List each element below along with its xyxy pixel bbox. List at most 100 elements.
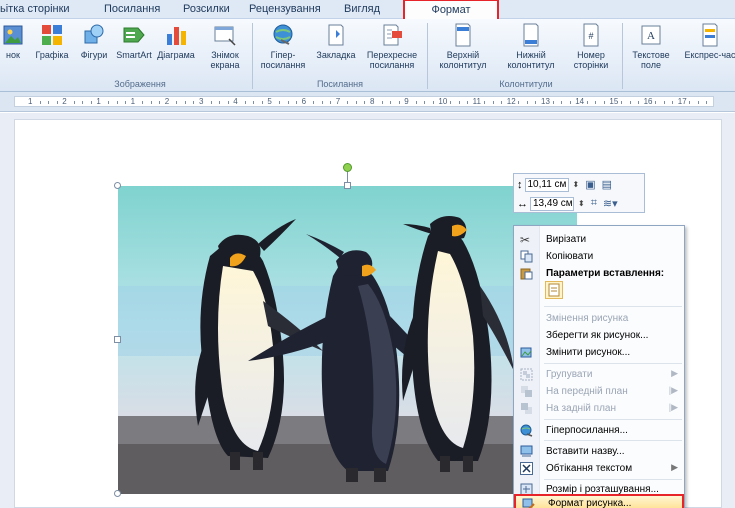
ruler-label: 2: [164, 97, 170, 106]
textbox-icon: A: [641, 25, 661, 45]
shapes-icon: [84, 24, 104, 44]
ruler-label: 7: [335, 97, 341, 106]
smartart-button[interactable]: SmartArt: [114, 22, 154, 60]
ruler-label: 4: [233, 97, 238, 106]
footer-button-label: Нижній колонтитул: [507, 50, 555, 70]
header-button[interactable]: Верхній колонтитул: [432, 22, 494, 70]
ruler-tick: [313, 101, 315, 104]
cut-icon: ✂: [520, 233, 531, 247]
paste-keep-source-button[interactable]: [545, 281, 563, 299]
ruler-tick: [467, 101, 469, 104]
ruler-tick: [518, 101, 520, 104]
tab-mailings[interactable]: Розсилки: [183, 3, 230, 15]
penguins-picture[interactable]: [118, 186, 577, 494]
tab-page-layout[interactable]: ьітка сторінки: [0, 3, 70, 15]
ruler-label: 14: [575, 97, 585, 106]
ruler-tick: [159, 101, 161, 104]
clipart-icon: [42, 25, 62, 45]
textbox-button[interactable]: A Текстове поле: [625, 22, 677, 70]
send-backward-icon[interactable]: ▤: [602, 178, 612, 191]
crop-icon[interactable]: ⌗: [591, 197, 597, 210]
quickparts-button[interactable]: Експрес-час: [679, 22, 735, 60]
ribbon-tabs: ьітка сторінки Посилання Розсилки Реценз…: [0, 0, 735, 20]
width-row: ↔ 13,49 см ⬍ ⌗ ≋▾: [517, 195, 618, 212]
cross-reference-button-label: Перехресне посилання: [366, 50, 418, 70]
ruler-tick: [142, 101, 144, 104]
bookmark-button[interactable]: Закладка: [311, 22, 361, 60]
resize-handle-top[interactable]: [344, 182, 351, 189]
ribbon-separator: [252, 23, 253, 89]
penguins-image: [118, 186, 577, 494]
ruler-tick: [48, 101, 50, 104]
picture-button[interactable]: нок: [0, 22, 32, 60]
height-spinner[interactable]: ⬍: [573, 180, 580, 189]
menu-separator: [544, 419, 682, 420]
ruler-tick: [501, 101, 503, 104]
menu-item-hyperlink[interactable]: Гіперпосилання...: [514, 421, 684, 440]
wrap-text-icon[interactable]: ≋▾: [603, 197, 618, 210]
ruler-label: 1: [130, 97, 136, 106]
header-icon: [455, 23, 471, 47]
bring-forward-icon[interactable]: ▣: [585, 178, 595, 191]
shapes-button[interactable]: Фігури: [75, 22, 113, 60]
page-number-button[interactable]: # Номер сторінки: [566, 22, 616, 70]
ruler-tick: [125, 101, 127, 104]
width-input[interactable]: 13,49 см: [530, 196, 574, 211]
ruler-tick: [706, 101, 708, 104]
ruler-label: 2: [62, 97, 67, 106]
footer-button[interactable]: Нижній колонтитул: [498, 22, 564, 70]
change-picture-icon: [520, 347, 532, 358]
height-input[interactable]: 10,11 см: [524, 177, 569, 192]
hyperlink-button[interactable]: Гіпер-посилання: [258, 22, 308, 70]
rotation-handle[interactable]: [343, 163, 352, 172]
footer-icon: [523, 23, 539, 47]
chart-icon: [167, 27, 186, 45]
cross-reference-button[interactable]: Перехресне посилання: [363, 22, 421, 70]
ruler-tick: [552, 101, 554, 104]
ruler-label: 9: [404, 97, 409, 106]
screenshot-button[interactable]: Знімок екрана: [203, 22, 247, 70]
ruler-tick: [697, 101, 699, 104]
svg-text:#: #: [588, 31, 593, 41]
menu-item-wrap-text[interactable]: Обтікання текстом ▶: [514, 459, 684, 478]
picture-button-label: нок: [6, 50, 20, 60]
tab-review[interactable]: Рецензування: [249, 3, 321, 15]
tab-references[interactable]: Посилання: [104, 3, 160, 15]
smartart-icon: [123, 27, 145, 43]
ruler-tick: [364, 101, 366, 104]
horizontal-ruler[interactable]: 1 2 1 1 2 3 4 5 6 7 8 9 10 11 12 13 14 15 16 17: [0, 92, 735, 112]
ruler-tick: [638, 101, 640, 104]
group-icon: [520, 368, 533, 381]
page-number-button-label: Номер сторінки: [573, 50, 609, 70]
ruler-tick: [287, 101, 289, 104]
ruler-label: 17: [677, 97, 687, 106]
ruler-tick: [484, 101, 486, 104]
width-spinner[interactable]: ⬍: [578, 199, 585, 208]
ruler-tick: [629, 101, 631, 104]
format-picture-icon: [522, 498, 535, 508]
ruler-tick: [210, 101, 212, 104]
paste-picture-icon: [548, 283, 560, 297]
menu-separator: [544, 440, 682, 441]
chart-button[interactable]: Діаграма: [155, 22, 197, 60]
ruler-label: 8: [370, 97, 375, 106]
ruler-tick: [73, 101, 75, 104]
menu-separator: [544, 306, 682, 307]
hyperlink-icon: [520, 424, 533, 437]
ruler-tick: [381, 101, 383, 104]
tab-view[interactable]: Вигляд: [344, 3, 380, 15]
tab-format[interactable]: Формат: [403, 0, 499, 20]
header-button-label: Верхній колонтитул: [439, 50, 487, 70]
menu-item-format-picture[interactable]: Формат рисунка...: [514, 494, 684, 508]
ruler-tick: [415, 101, 417, 104]
resize-handle-top-left[interactable]: [114, 182, 121, 189]
clipart-button[interactable]: Графіка: [33, 22, 71, 60]
send-back-icon: [521, 403, 532, 414]
smartart-button-label: SmartArt: [116, 50, 152, 60]
menu-item-change-picture[interactable]: Змінити рисунок...: [514, 343, 684, 362]
resize-handle-left[interactable]: [114, 336, 121, 343]
ruler-label: 16: [643, 97, 653, 106]
submenu-arrow-icon: ▶: [671, 368, 678, 378]
resize-handle-bottom-left[interactable]: [114, 490, 121, 497]
copy-icon: [520, 250, 533, 263]
